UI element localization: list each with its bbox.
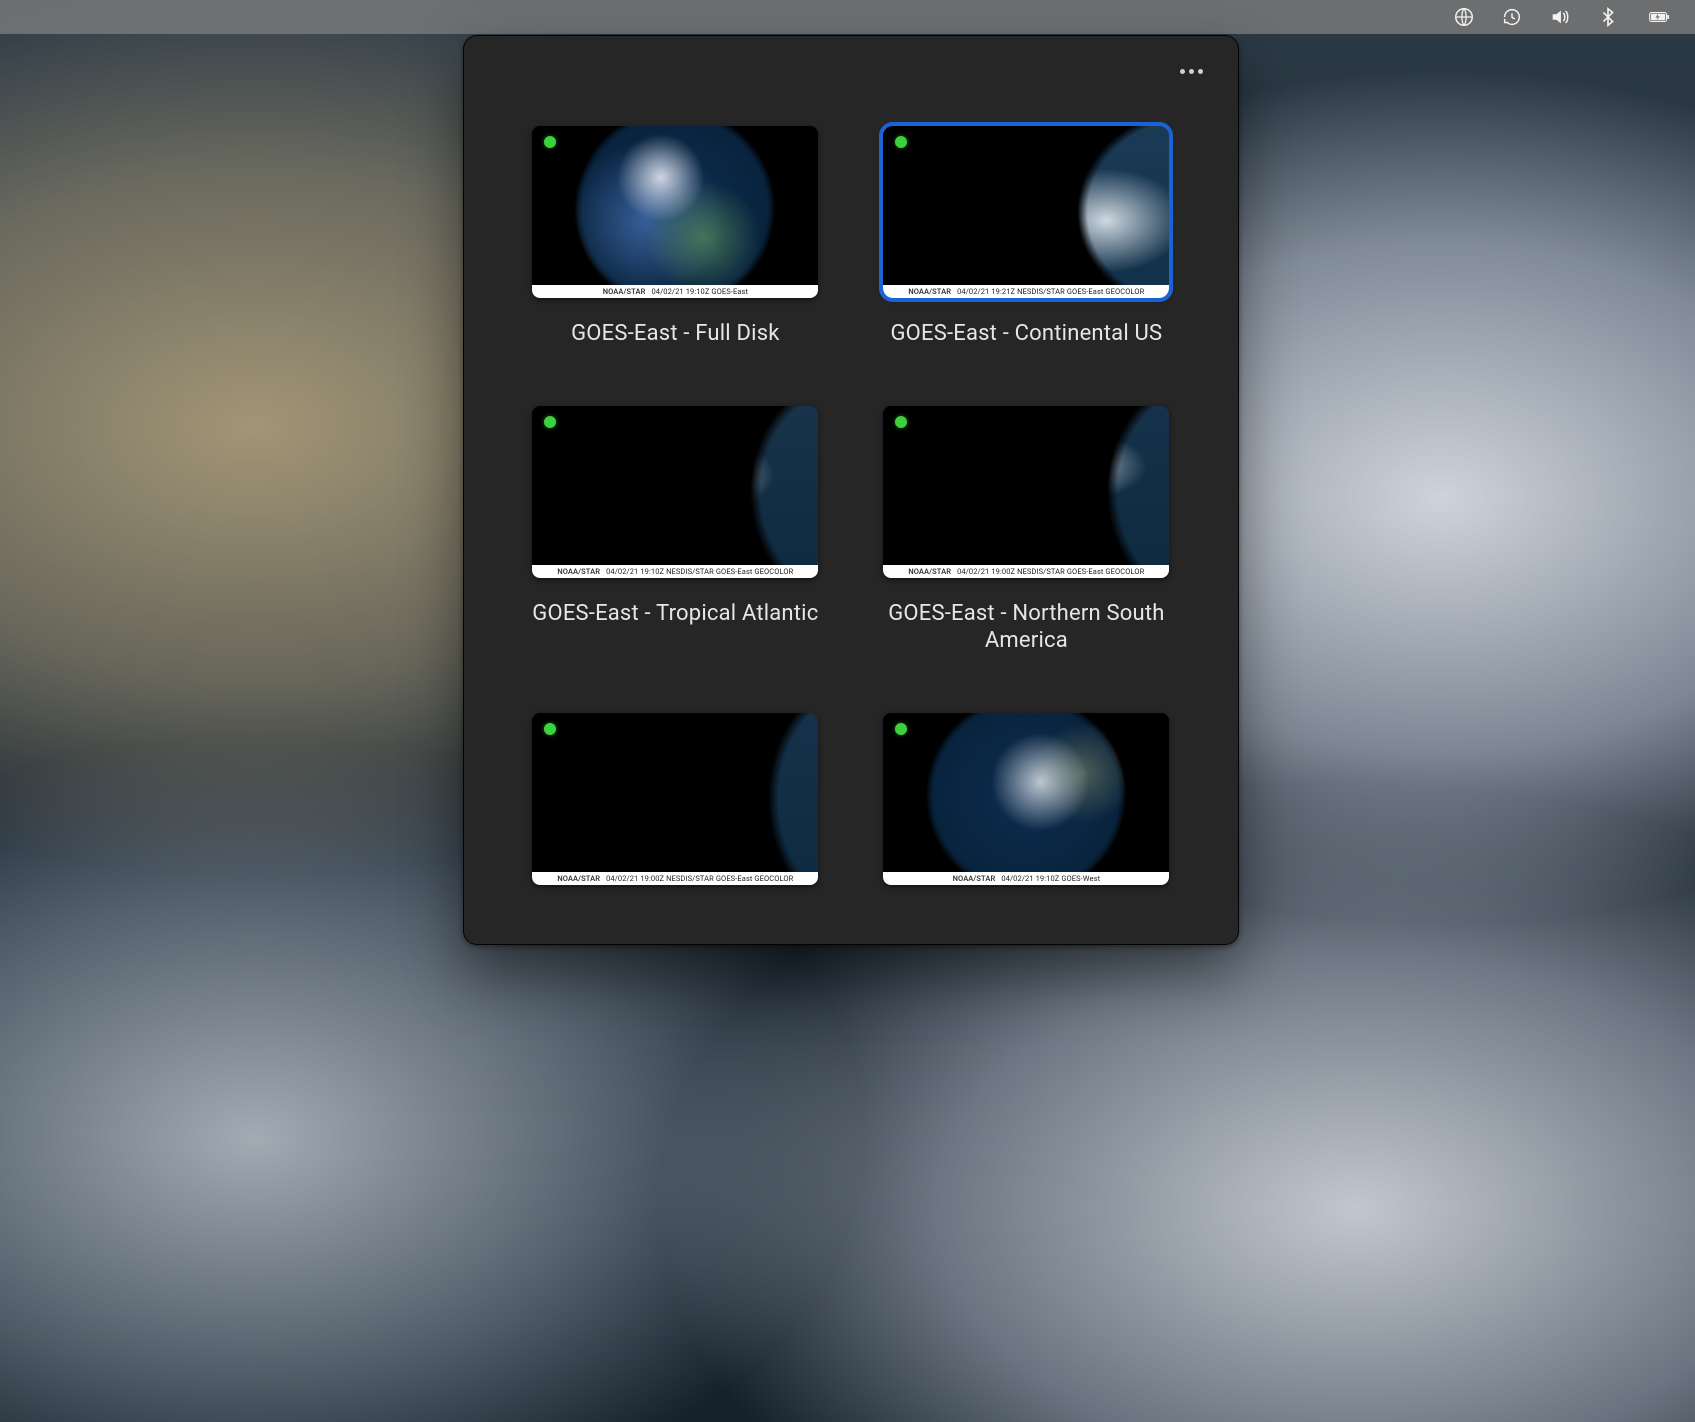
panel-body[interactable]: NOAA/STAR 04/02/21 19:10Z GOES-East GOES-E… (464, 106, 1238, 944)
more-button[interactable] (1174, 59, 1210, 83)
status-dot (544, 136, 556, 148)
image-caption-strip: NOAA/STAR 04/02/21 19:10Z NESDIS/STAR GOE… (532, 565, 818, 578)
wallpaper-card[interactable]: NOAA/STAR 04/02/21 19:10Z GOES-East GOES-E… (524, 126, 827, 348)
satellite-image (883, 713, 1169, 885)
caption-source: NOAA/STAR (908, 285, 951, 298)
wallpaper-thumbnail[interactable]: NOAA/STAR 04/02/21 19:21Z NESDIS/STAR GOE… (883, 126, 1169, 298)
satellite-image (883, 126, 1169, 298)
caption-text: 04/02/21 19:10Z NESDIS/STAR GOES-East GE… (606, 565, 793, 578)
caption-text: 04/02/21 19:21Z NESDIS/STAR GOES-East GE… (957, 285, 1144, 298)
wallpaper-thumbnail[interactable]: NOAA/STAR 04/02/21 19:10Z GOES-East (532, 126, 818, 298)
caption-source: NOAA/STAR (603, 285, 646, 298)
time-machine-icon[interactable] (1499, 4, 1525, 30)
image-caption-strip: NOAA/STAR 04/02/21 19:10Z GOES-East (532, 285, 818, 298)
wallpaper-card[interactable]: NOAA/STAR 04/02/21 19:00Z NESDIS/STAR GOE… (875, 406, 1178, 655)
globe-icon[interactable] (1451, 4, 1477, 30)
wallpaper-thumbnail[interactable]: NOAA/STAR 04/02/21 19:10Z NESDIS/STAR GOE… (532, 406, 818, 578)
caption-text: 04/02/21 19:10Z GOES-East (651, 285, 748, 298)
wallpaper-title: GOES-East - Northern South America (876, 600, 1176, 655)
wallpaper-picker-panel: NOAA/STAR 04/02/21 19:10Z GOES-East GOES-E… (463, 35, 1239, 945)
status-dot (544, 723, 556, 735)
wallpaper-card[interactable]: NOAA/STAR 04/02/21 19:21Z NESDIS/STAR GOE… (875, 126, 1178, 348)
image-caption-strip: NOAA/STAR 04/02/21 19:21Z NESDIS/STAR GOE… (883, 285, 1169, 298)
wallpaper-card[interactable]: NOAA/STAR 04/02/21 19:10Z NESDIS/STAR GOE… (524, 406, 827, 655)
thumbnail-grid: NOAA/STAR 04/02/21 19:10Z GOES-East GOES-E… (524, 126, 1178, 907)
caption-text: 04/02/21 19:10Z GOES-West (1001, 872, 1100, 885)
caption-source: NOAA/STAR (953, 872, 996, 885)
caption-text: 04/02/21 19:00Z NESDIS/STAR GOES-East GE… (606, 872, 793, 885)
image-caption-strip: NOAA/STAR 04/02/21 19:10Z GOES-West (883, 872, 1169, 885)
panel-header (464, 36, 1238, 106)
wallpaper-title: GOES-East - Tropical Atlantic (532, 600, 818, 628)
caption-source: NOAA/STAR (557, 872, 600, 885)
wallpaper-card[interactable]: NOAA/STAR 04/02/21 19:00Z NESDIS/STAR GOE… (524, 713, 827, 907)
status-dot (544, 416, 556, 428)
satellite-image (532, 713, 818, 885)
battery-icon[interactable] (1643, 4, 1677, 30)
caption-text: 04/02/21 19:00Z NESDIS/STAR GOES-East GE… (957, 565, 1144, 578)
wallpaper-title: GOES-East - Continental US (890, 320, 1162, 348)
image-caption-strip: NOAA/STAR 04/02/21 19:00Z NESDIS/STAR GOE… (883, 565, 1169, 578)
bluetooth-icon[interactable] (1595, 4, 1621, 30)
status-dot (895, 416, 907, 428)
caption-source: NOAA/STAR (557, 565, 600, 578)
wallpaper-thumbnail[interactable]: NOAA/STAR 04/02/21 19:00Z NESDIS/STAR GOE… (532, 713, 818, 885)
wallpaper-thumbnail[interactable]: NOAA/STAR 04/02/21 19:10Z GOES-West (883, 713, 1169, 885)
volume-icon[interactable] (1547, 4, 1573, 30)
image-caption-strip: NOAA/STAR 04/02/21 19:00Z NESDIS/STAR GOE… (532, 872, 818, 885)
status-dot (895, 723, 907, 735)
wallpaper-title: GOES-East - Full Disk (571, 320, 779, 348)
satellite-image (532, 126, 818, 298)
satellite-image (532, 406, 818, 578)
status-dot (895, 136, 907, 148)
wallpaper-card[interactable]: NOAA/STAR 04/02/21 19:10Z GOES-West (875, 713, 1178, 907)
satellite-image (883, 406, 1169, 578)
menubar (0, 0, 1695, 34)
caption-source: NOAA/STAR (908, 565, 951, 578)
wallpaper-thumbnail[interactable]: NOAA/STAR 04/02/21 19:00Z NESDIS/STAR GOE… (883, 406, 1169, 578)
